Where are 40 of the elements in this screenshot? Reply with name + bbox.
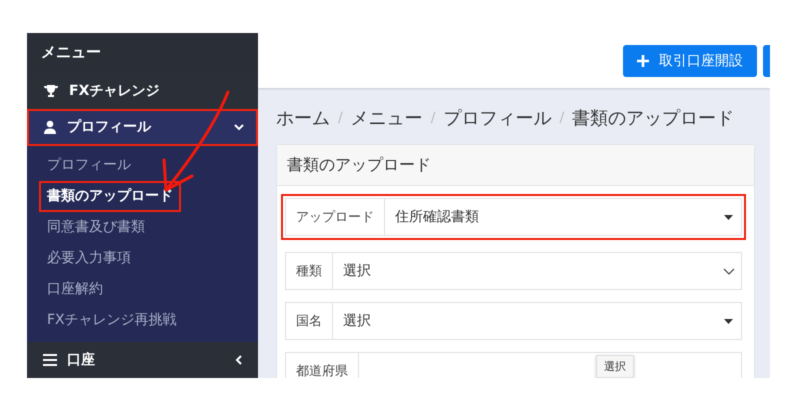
breadcrumb-item: 書類のアップロード: [572, 107, 734, 130]
card-title: 書類のアップロード: [277, 145, 754, 186]
submenu-item[interactable]: 必要入力事項: [41, 242, 137, 274]
submenu-item[interactable]: FXチャレンジ再挑戦: [41, 304, 183, 336]
select-field[interactable]: 都道府県 選択: [285, 352, 742, 378]
select-field[interactable]: 種類 選択: [285, 252, 742, 290]
field-value: 住所確認書類: [394, 208, 480, 227]
sidebar-item[interactable]: 口座: [27, 342, 258, 378]
user-icon: [43, 120, 57, 134]
breadcrumb-separator: /: [338, 110, 343, 126]
caret-icon: [724, 214, 733, 220]
breadcrumb-item[interactable]: プロフィール: [443, 106, 552, 130]
list-icon: [43, 354, 57, 366]
open-account-button[interactable]: 取引口座開設: [623, 44, 757, 76]
breadcrumb-separator: /: [430, 110, 436, 126]
chevron-left-icon: [234, 354, 244, 365]
trophy-icon: [43, 84, 59, 98]
field-value: 選択: [342, 262, 372, 281]
chevron-down-icon: [234, 122, 244, 132]
caret-icon: [724, 318, 733, 324]
field-label: 都道府県: [286, 353, 359, 378]
chevron-down-icon: [723, 268, 735, 274]
sidebar-item[interactable]: プロフィール: [27, 109, 258, 146]
sidebar-item[interactable]: FXチャレンジ: [27, 72, 258, 110]
select-field[interactable]: 国名 選択: [285, 302, 742, 340]
partial-button[interactable]: [763, 44, 770, 76]
field-label: アップロード: [286, 199, 385, 235]
submenu-item[interactable]: 書類のアップロード: [39, 180, 181, 212]
plus-icon: [637, 54, 649, 66]
breadcrumb-separator: /: [559, 110, 564, 126]
field-value: 選択: [342, 312, 372, 331]
tooltip: 選択: [596, 355, 634, 378]
breadcrumb-item[interactable]: メニュー: [350, 106, 423, 130]
select-field[interactable]: アップロード 住所確認書類: [285, 198, 742, 236]
field-label: 種類: [286, 253, 333, 289]
submenu-item[interactable]: プロフィール: [41, 150, 137, 181]
submenu-item[interactable]: 同意書及び書類: [41, 212, 151, 243]
breadcrumb-item[interactable]: ホーム: [276, 106, 330, 130]
field-label: 国名: [286, 303, 333, 339]
submenu-item[interactable]: 口座解約: [41, 274, 109, 305]
